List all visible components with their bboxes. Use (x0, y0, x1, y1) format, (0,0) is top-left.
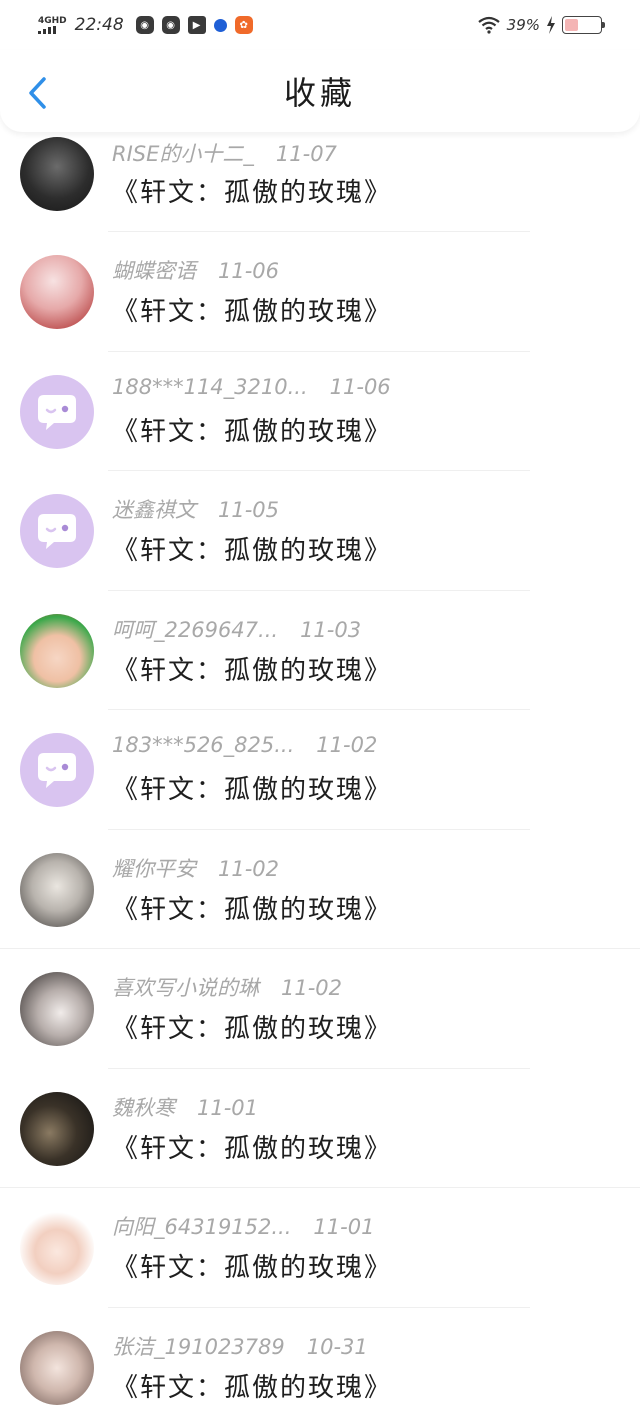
status-bar: 4GHD 22:48 ◉ ◉ ▶ ✿ 39% (0, 0, 640, 50)
username[interactable]: 呵呵_2269647... (112, 618, 278, 642)
chat-bubble-icon (38, 514, 76, 549)
shopping-app-icon: ✿ (234, 16, 253, 34)
favorite-list-item[interactable]: 耀你平安 11-02 《轩文：孤傲的玫瑰》 (0, 830, 640, 949)
username[interactable]: 魏秋寒 (112, 1096, 175, 1120)
avatar[interactable] (20, 733, 94, 807)
avatar[interactable] (20, 972, 94, 1046)
favorite-list-item[interactable]: RISE的小十二_ 11-07 《轩文：孤傲的玫瑰》 (0, 132, 640, 232)
avatar[interactable] (20, 1211, 94, 1285)
work-title[interactable]: 《轩文：孤傲的玫瑰》 (112, 1247, 392, 1284)
favorite-date: 11-02 (218, 856, 280, 881)
username[interactable]: 喜欢写小说的琳 (112, 976, 259, 1000)
clock: 22:48 (74, 15, 124, 35)
favorite-date: 11-01 (197, 1095, 259, 1120)
network-type: 4GHD (38, 15, 67, 26)
status-left: 4GHD 22:48 ◉ ◉ ▶ ✿ (38, 15, 253, 35)
avatar[interactable] (20, 1091, 94, 1166)
favorite-meta: 耀你平安 11-02 (112, 853, 279, 883)
work-title[interactable]: 《轩文：孤傲的玫瑰》 (112, 1128, 392, 1165)
avatar[interactable] (20, 374, 94, 449)
app-notification-icon: ◉ (161, 16, 180, 34)
avatar[interactable] (20, 137, 94, 211)
favorite-meta: 向阳_64319152... 11-01 (112, 1211, 374, 1241)
username[interactable]: 183***526_825... (112, 733, 294, 757)
favorite-list-item[interactable]: 魏秋寒 11-01 《轩文：孤傲的玫瑰》 (0, 1069, 640, 1188)
avatar[interactable] (20, 494, 94, 568)
avatar[interactable] (20, 613, 94, 688)
favorite-meta: RISE的小十二_ 11-07 (112, 138, 337, 168)
favorite-date: 11-01 (313, 1215, 375, 1239)
chevron-left-icon (29, 77, 46, 109)
page-title: 收藏 (283, 74, 356, 112)
signal-icon: 4GHD (38, 15, 67, 34)
work-title[interactable]: 《轩文：孤傲的玫瑰》 (112, 1367, 392, 1404)
work-title[interactable]: 《轩文：孤傲的玫瑰》 (112, 172, 392, 209)
username[interactable]: 迷鑫祺文 (112, 498, 196, 522)
favorite-date: 11-02 (281, 976, 343, 1000)
favorite-list-item[interactable]: 呵呵_2269647... 11-03 《轩文：孤傲的玫瑰》 (0, 591, 640, 710)
chat-bubble-icon (38, 394, 76, 430)
work-title[interactable]: 《轩文：孤傲的玫瑰》 (112, 889, 392, 926)
username[interactable]: 188***114_3210... (112, 375, 308, 399)
circle-app-icon (213, 18, 227, 32)
favorite-date: 11-06 (218, 259, 280, 283)
favorite-meta: 188***114_3210... 11-06 (112, 375, 391, 399)
work-title[interactable]: 《轩文：孤傲的玫瑰》 (112, 291, 392, 328)
favorite-list-item[interactable]: 188***114_3210... 11-06 《轩文：孤傲的玫瑰》 (0, 352, 640, 471)
favorite-date: 11-03 (300, 617, 362, 642)
favorite-date: 10-31 (306, 1334, 368, 1359)
work-title[interactable]: 《轩文：孤傲的玫瑰》 (112, 769, 392, 806)
username[interactable]: 张洁_191023789 (112, 1335, 285, 1359)
video-icon: ▶ (187, 16, 206, 34)
favorite-meta: 魏秋寒 11-01 (112, 1092, 258, 1122)
favorite-date: 11-06 (329, 374, 391, 399)
username[interactable]: 耀你平安 (112, 857, 196, 881)
favorite-date: 11-05 (218, 498, 280, 522)
favorite-list-item[interactable]: 张洁_191023789 10-31 《轩文：孤傲的玫瑰》 (0, 1308, 640, 1422)
avatar[interactable] (20, 852, 94, 927)
favorite-list-item[interactable]: 蝴蝶密语 11-06 《轩文：孤傲的玫瑰》 (0, 232, 640, 352)
favorite-list-item[interactable]: 向阳_64319152... 11-01 《轩文：孤傲的玫瑰》 (0, 1188, 640, 1308)
favorite-list-item[interactable]: 迷鑫祺文 11-05 《轩文：孤傲的玫瑰》 (0, 471, 640, 591)
navigation-header: 收藏 (0, 50, 640, 132)
work-title[interactable]: 《轩文：孤傲的玫瑰》 (112, 1008, 392, 1045)
username[interactable]: 蝴蝶密语 (112, 259, 196, 283)
wifi-icon (477, 16, 500, 34)
status-right: 39% (477, 16, 605, 34)
favorite-meta: 183***526_825... 11-02 (112, 733, 377, 757)
work-title[interactable]: 《轩文：孤傲的玫瑰》 (112, 650, 392, 687)
favorite-meta: 张洁_191023789 10-31 (112, 1331, 368, 1361)
battery-icon (562, 16, 605, 34)
chat-bubble-icon (38, 753, 76, 788)
app-notification-icon: ◉ (135, 16, 154, 34)
battery-percent: 39% (506, 16, 540, 34)
favorites-list: RISE的小十二_ 11-07 《轩文：孤傲的玫瑰》 蝴蝶密语 11-06 《轩文：孤傲的… (0, 132, 640, 1422)
favorite-list-item[interactable]: 183***526_825... 11-02 《轩文：孤傲的玫瑰》 (0, 710, 640, 830)
favorite-meta: 喜欢写小说的琳 11-02 (112, 972, 342, 1002)
favorite-date: 11-07 (275, 142, 337, 166)
favorite-meta: 蝴蝶密语 11-06 (112, 255, 279, 285)
username[interactable]: 向阳_64319152... (112, 1215, 291, 1239)
charging-icon (547, 16, 555, 34)
favorite-meta: 呵呵_2269647... 11-03 (112, 614, 361, 644)
avatar[interactable] (20, 1330, 94, 1405)
back-button[interactable] (22, 76, 52, 110)
username[interactable]: RISE的小十二_ (112, 142, 254, 166)
work-title[interactable]: 《轩文：孤傲的玫瑰》 (112, 530, 392, 567)
avatar[interactable] (20, 255, 94, 329)
work-title[interactable]: 《轩文：孤傲的玫瑰》 (112, 411, 392, 448)
favorite-date: 11-02 (316, 733, 378, 757)
favorite-list-item[interactable]: 喜欢写小说的琳 11-02 《轩文：孤傲的玫瑰》 (0, 949, 640, 1069)
favorite-meta: 迷鑫祺文 11-05 (112, 494, 279, 524)
